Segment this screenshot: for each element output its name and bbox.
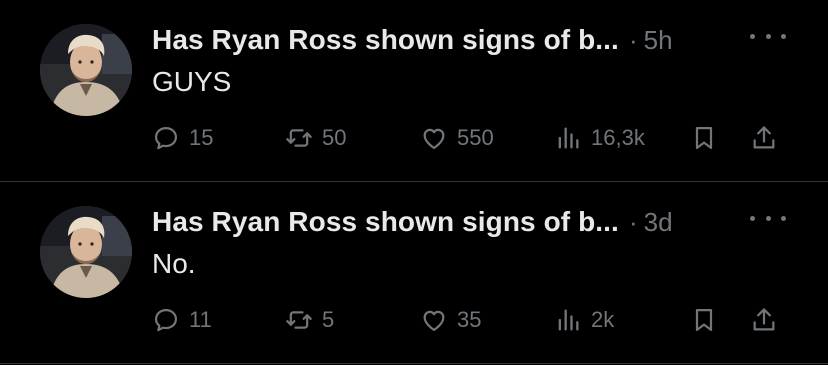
bookmark-button[interactable]	[690, 300, 718, 340]
heart-icon	[423, 310, 445, 332]
repost-button[interactable]: 50	[285, 118, 346, 158]
reply-count: 11	[189, 307, 212, 332]
post[interactable]: Has Ryan Ross shown signs of b... · 5h G…	[0, 0, 828, 181]
repost-count: 5	[322, 307, 335, 332]
speech-bubble-icon	[154, 308, 178, 332]
views-count: 16,3k	[591, 125, 645, 150]
repost-count: 50	[322, 125, 347, 150]
like-count: 35	[457, 307, 482, 332]
repost-arrows-icon	[286, 129, 312, 147]
avatar-image	[40, 206, 132, 298]
repost-arrows-icon	[286, 311, 312, 329]
like-button[interactable]: 550	[420, 118, 494, 158]
post-title[interactable]: Has Ryan Ross shown signs of b...	[152, 206, 619, 238]
bookmark-button[interactable]	[690, 118, 718, 158]
more-dots-icon[interactable]	[750, 26, 786, 46]
more-dots-icon[interactable]	[750, 208, 786, 228]
bar-chart-icon	[558, 127, 579, 149]
bookmark-icon	[695, 126, 713, 150]
bookmark-icon	[695, 308, 713, 332]
post[interactable]: Has Ryan Ross shown signs of b... · 3d N…	[0, 182, 828, 363]
share-button[interactable]	[750, 300, 778, 340]
post-text: GUYS	[152, 66, 232, 97]
speech-bubble-icon	[154, 126, 178, 150]
share-upload-icon	[753, 126, 775, 149]
avatar-image	[40, 24, 132, 116]
header-separator: ·	[628, 206, 638, 237]
post-text: No.	[152, 248, 196, 279]
like-button[interactable]: 35	[420, 300, 481, 340]
header-separator: ·	[628, 24, 638, 55]
post-divider	[0, 363, 828, 364]
repost-button[interactable]: 5	[285, 300, 334, 340]
avatar[interactable]	[40, 24, 132, 116]
bar-chart-icon	[558, 309, 579, 331]
avatar[interactable]	[40, 206, 132, 298]
views-button[interactable]: 2k	[554, 300, 614, 340]
post-timestamp[interactable]: 3d	[644, 207, 673, 238]
post-title[interactable]: Has Ryan Ross shown signs of b...	[152, 24, 619, 56]
views-count: 2k	[591, 307, 615, 332]
post-header: Has Ryan Ross shown signs of b... · 3d	[152, 202, 673, 242]
reply-button[interactable]: 11	[152, 300, 212, 340]
reply-count: 15	[189, 125, 214, 150]
share-upload-icon	[753, 308, 775, 331]
like-count: 550	[457, 125, 494, 150]
action-bar: 11 5 35 2k	[152, 300, 792, 340]
heart-icon	[423, 128, 445, 150]
post-timestamp[interactable]: 5h	[644, 25, 673, 56]
action-bar: 15 50 550 16,3k	[152, 118, 792, 158]
reply-button[interactable]: 15	[152, 118, 213, 158]
post-header: Has Ryan Ross shown signs of b... · 5h	[152, 20, 673, 60]
views-button[interactable]: 16,3k	[554, 118, 645, 158]
share-button[interactable]	[750, 118, 778, 158]
